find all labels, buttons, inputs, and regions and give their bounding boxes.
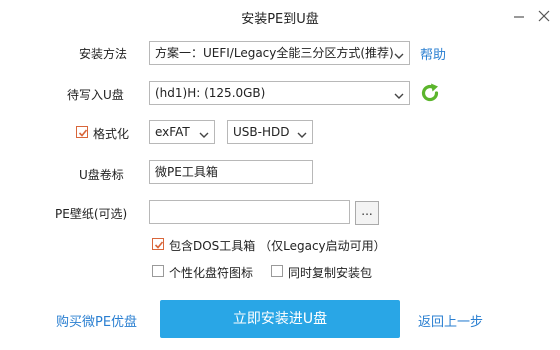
copy-installer-checkbox[interactable]: [271, 265, 283, 277]
usb-mode-value: USB-HDD: [233, 125, 290, 139]
filesystem-select[interactable]: exFAT: [149, 120, 215, 144]
chevron-down-icon: [394, 47, 404, 59]
title-bar: 安装PE到U盘: [0, 0, 560, 32]
install-method-select[interactable]: 方案一：UEFI/Legacy全能三分区方式(推荐): [149, 41, 410, 65]
usb-mode-select[interactable]: USB-HDD: [227, 120, 313, 144]
custom-drive-icon-label: 个性化盘符图标: [169, 266, 254, 280]
target-disk-label: 待写入U盘: [67, 88, 124, 102]
install-to-usb-button[interactable]: 立即安装进U盘: [160, 300, 400, 338]
chevron-down-icon: [394, 87, 404, 99]
target-disk-select[interactable]: (hd1)H: (125.0GB): [149, 81, 410, 105]
volume-label-label: U盘卷标: [79, 168, 124, 182]
back-link[interactable]: 返回上一步: [418, 311, 483, 330]
custom-drive-icon-checkbox[interactable]: [152, 265, 164, 277]
minimize-icon[interactable]: [509, 6, 529, 26]
include-dos-checkbox[interactable]: [152, 238, 164, 250]
browse-button[interactable]: ...: [355, 201, 379, 225]
refresh-icon[interactable]: [419, 82, 441, 104]
close-icon[interactable]: [534, 6, 554, 26]
window-title: 安装PE到U盘: [241, 12, 319, 27]
wallpaper-path-input[interactable]: [149, 200, 350, 224]
help-link[interactable]: 帮助: [420, 44, 446, 63]
filesystem-value: exFAT: [155, 125, 190, 139]
include-dos-label: 包含DOS工具箱 （仅Legacy启动可用）: [169, 239, 386, 253]
chevron-down-icon: [199, 126, 209, 138]
install-method-label: 安装方法: [79, 47, 128, 61]
volume-label-input[interactable]: 微PE工具箱: [149, 160, 313, 184]
target-disk-value: (hd1)H: (125.0GB): [155, 86, 266, 100]
chevron-down-icon: [297, 126, 307, 138]
install-pe-window: 安装PE到U盘 安装方法 方案一：UEFI/Legacy全能三分区方式(推荐) …: [0, 0, 560, 350]
format-checkbox[interactable]: [76, 126, 88, 138]
install-method-value: 方案一：UEFI/Legacy全能三分区方式(推荐): [155, 46, 394, 60]
format-label: 格式化: [93, 127, 130, 141]
buy-usb-link[interactable]: 购买微PE优盘: [56, 311, 137, 330]
copy-installer-label: 同时复制安装包: [288, 266, 373, 280]
wallpaper-label: PE壁纸(可选): [55, 207, 128, 221]
